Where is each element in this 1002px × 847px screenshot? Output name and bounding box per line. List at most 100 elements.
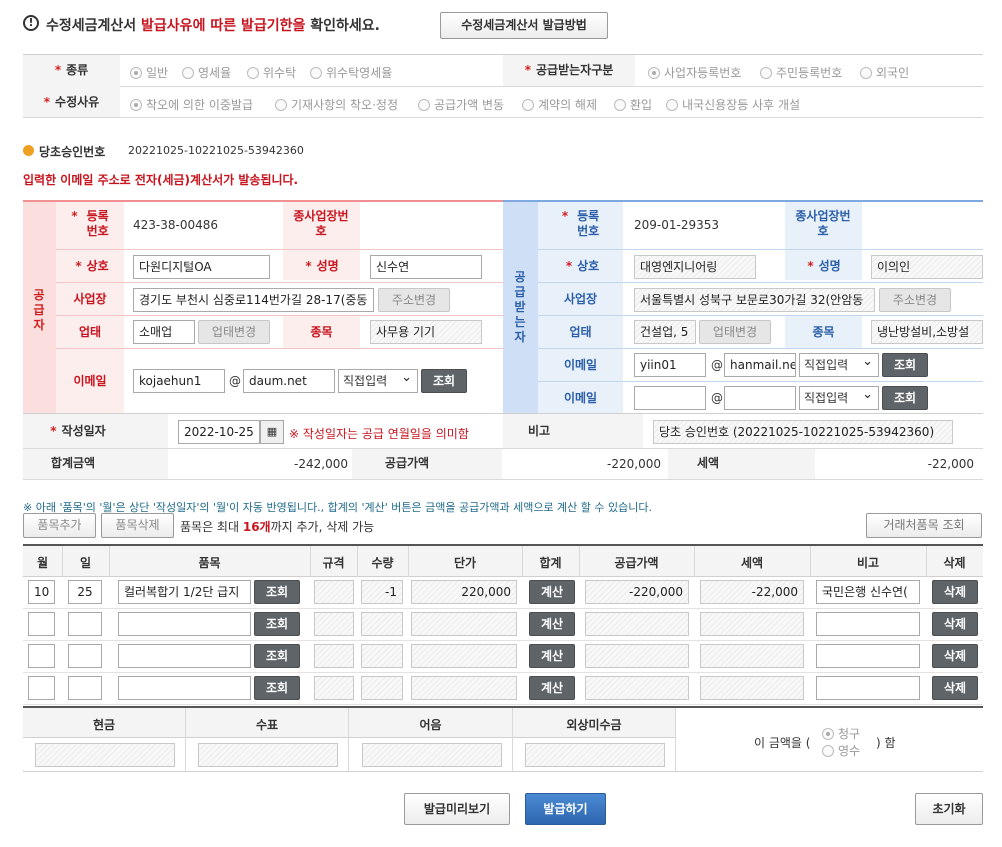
supplier-email-domain-input[interactable]: daum.net: [243, 369, 335, 393]
item-name-input[interactable]: [118, 612, 251, 636]
recv-radio-foreigner[interactable]: 외국인: [860, 64, 909, 81]
reason-radio-cancel[interactable]: 계약의 해제: [522, 96, 597, 113]
supplier-email-id-input[interactable]: kojaehun1: [133, 369, 225, 393]
pay-check-input[interactable]: [198, 743, 338, 767]
item-price-input[interactable]: [411, 676, 517, 700]
item-price-input[interactable]: 220,000: [411, 580, 517, 604]
type-radio-consign[interactable]: 위수탁: [247, 64, 296, 81]
receiver-lookup2-button[interactable]: 조회: [882, 386, 928, 410]
reason-radio-correction[interactable]: 기재사항의 착오·정정: [275, 96, 398, 113]
partner-items-lookup-button[interactable]: 거래처품목 조회: [866, 513, 982, 538]
receiver-lookup-button[interactable]: 조회: [882, 353, 928, 377]
item-day-input[interactable]: [68, 612, 102, 636]
item-day-input[interactable]: [68, 644, 102, 668]
reason-radio-return[interactable]: 환입: [614, 96, 652, 113]
amend-guide-button[interactable]: 수정세금계산서 발급방법: [440, 12, 608, 39]
supplier-biz-change-button[interactable]: 업태변경: [198, 320, 270, 344]
item-spec-input[interactable]: [314, 676, 354, 700]
item-calc-button[interactable]: 계산: [529, 644, 575, 668]
item-remark-input[interactable]: [816, 676, 920, 700]
receiver-email2-domain-select[interactable]: 직접입력: [799, 384, 879, 410]
delete-item-button[interactable]: 품목삭제: [101, 513, 174, 538]
supplier-addr-change-button[interactable]: 주소변경: [378, 288, 450, 312]
item-name-input[interactable]: [118, 676, 251, 700]
receiver-email2-domain-input[interactable]: [724, 386, 796, 410]
item-supply-input[interactable]: -220,000: [585, 580, 689, 604]
item-spec-input[interactable]: [314, 644, 354, 668]
item-tax-input[interactable]: -22,000: [700, 580, 804, 604]
pay-cash-input[interactable]: [35, 743, 175, 767]
item-remark-input[interactable]: 국민은행 신수연(: [816, 580, 920, 604]
item-name-input[interactable]: 컬러복합기 1/2단 급지: [118, 580, 251, 604]
item-qty-input[interactable]: [361, 676, 403, 700]
date-input[interactable]: 2022-10-25: [178, 420, 260, 444]
type-radio-consign-zero[interactable]: 위수탁영세율: [310, 64, 392, 81]
receiver-biz-input[interactable]: 건설업, 5: [634, 320, 696, 344]
item-supply-input[interactable]: [585, 644, 689, 668]
pay-radio-claim[interactable]: 청구: [822, 725, 860, 742]
item-calc-button[interactable]: 계산: [529, 612, 575, 636]
item-day-input[interactable]: [68, 676, 102, 700]
supplier-addr-input[interactable]: 경기도 부천시 심중로114번가길 28-17(중동: [133, 288, 374, 312]
item-supply-input[interactable]: [585, 612, 689, 636]
issue-preview-button[interactable]: 발급미리보기: [404, 793, 510, 825]
item-month-input[interactable]: [28, 676, 55, 700]
recv-radio-resident[interactable]: 주민등록번호: [760, 64, 842, 81]
add-item-button[interactable]: 품목추가: [23, 513, 96, 538]
supplier-name-input[interactable]: 다원디지털OA: [133, 255, 270, 279]
item-supply-input[interactable]: [585, 676, 689, 700]
pay-radio-receipt[interactable]: 영수: [822, 742, 860, 759]
item-tax-input[interactable]: [700, 676, 804, 700]
receiver-email-domain-input[interactable]: hanmail.ne: [724, 353, 796, 377]
item-lookup-button[interactable]: 조회: [254, 676, 300, 700]
supplier-biz-input[interactable]: 소매업: [133, 320, 195, 344]
item-qty-input[interactable]: -1: [361, 580, 403, 604]
receiver-biz-change-button[interactable]: 업태변경: [699, 320, 771, 344]
item-remark-input[interactable]: [816, 644, 920, 668]
type-radio-zero-rate[interactable]: 영세율: [182, 64, 231, 81]
item-calc-button[interactable]: 계산: [529, 676, 575, 700]
supplier-lookup-button[interactable]: 조회: [421, 369, 467, 393]
item-delete-button[interactable]: 삭제: [932, 644, 978, 668]
item-spec-input[interactable]: [314, 580, 354, 604]
receiver-addr-input[interactable]: 서울특별시 성북구 보문로30가길 32(안암동: [634, 288, 875, 312]
receiver-email-id-input[interactable]: yiin01: [634, 353, 706, 377]
item-price-input[interactable]: [411, 644, 517, 668]
recv-radio-bizno[interactable]: 사업자등록번호: [648, 64, 741, 81]
pay-note-input[interactable]: [362, 743, 502, 767]
item-lookup-button[interactable]: 조회: [254, 580, 300, 604]
item-month-input[interactable]: 10: [28, 580, 55, 604]
reset-button[interactable]: 초기화: [915, 793, 983, 825]
issue-button[interactable]: 발급하기: [525, 793, 606, 825]
item-qty-input[interactable]: [361, 644, 403, 668]
item-spec-input[interactable]: [314, 612, 354, 636]
supplier-email-domain-select[interactable]: 직접입력: [338, 367, 418, 393]
receiver-rep-input[interactable]: 이의인: [871, 255, 983, 279]
reason-radio-lc[interactable]: 내국신용장등 사후 개설: [666, 96, 800, 113]
receiver-addr-change-button[interactable]: 주소변경: [879, 288, 951, 312]
item-lookup-button[interactable]: 조회: [254, 644, 300, 668]
reason-radio-duplicate[interactable]: 착오에 의한 이중발급: [130, 96, 253, 113]
reason-radio-amount[interactable]: 공급가액 변동: [418, 96, 504, 113]
item-calc-button[interactable]: 계산: [529, 580, 575, 604]
item-qty-input[interactable]: [361, 612, 403, 636]
supplier-item-input[interactable]: 사무용 기기: [370, 320, 482, 344]
item-delete-button[interactable]: 삭제: [932, 612, 978, 636]
item-tax-input[interactable]: [700, 644, 804, 668]
receiver-name-input[interactable]: 대영엔지니어링: [634, 255, 756, 279]
item-remark-input[interactable]: [816, 612, 920, 636]
item-name-input[interactable]: [118, 644, 251, 668]
pay-credit-input[interactable]: [525, 743, 665, 767]
item-delete-button[interactable]: 삭제: [932, 676, 978, 700]
item-tax-input[interactable]: [700, 612, 804, 636]
receiver-email2-id-input[interactable]: [634, 386, 706, 410]
remark-input[interactable]: 당초 승인번호 (20221025-10221025-53942360): [653, 420, 953, 444]
receiver-item-input[interactable]: 냉난방설비,소방설: [871, 320, 983, 344]
receiver-email-domain-select[interactable]: 직접입력: [799, 351, 879, 377]
calendar-icon[interactable]: ▦: [260, 420, 284, 444]
type-radio-general[interactable]: 일반: [130, 64, 168, 81]
item-delete-button[interactable]: 삭제: [932, 580, 978, 604]
item-month-input[interactable]: [28, 644, 55, 668]
supplier-rep-input[interactable]: 신수연: [370, 255, 482, 279]
item-month-input[interactable]: [28, 612, 55, 636]
